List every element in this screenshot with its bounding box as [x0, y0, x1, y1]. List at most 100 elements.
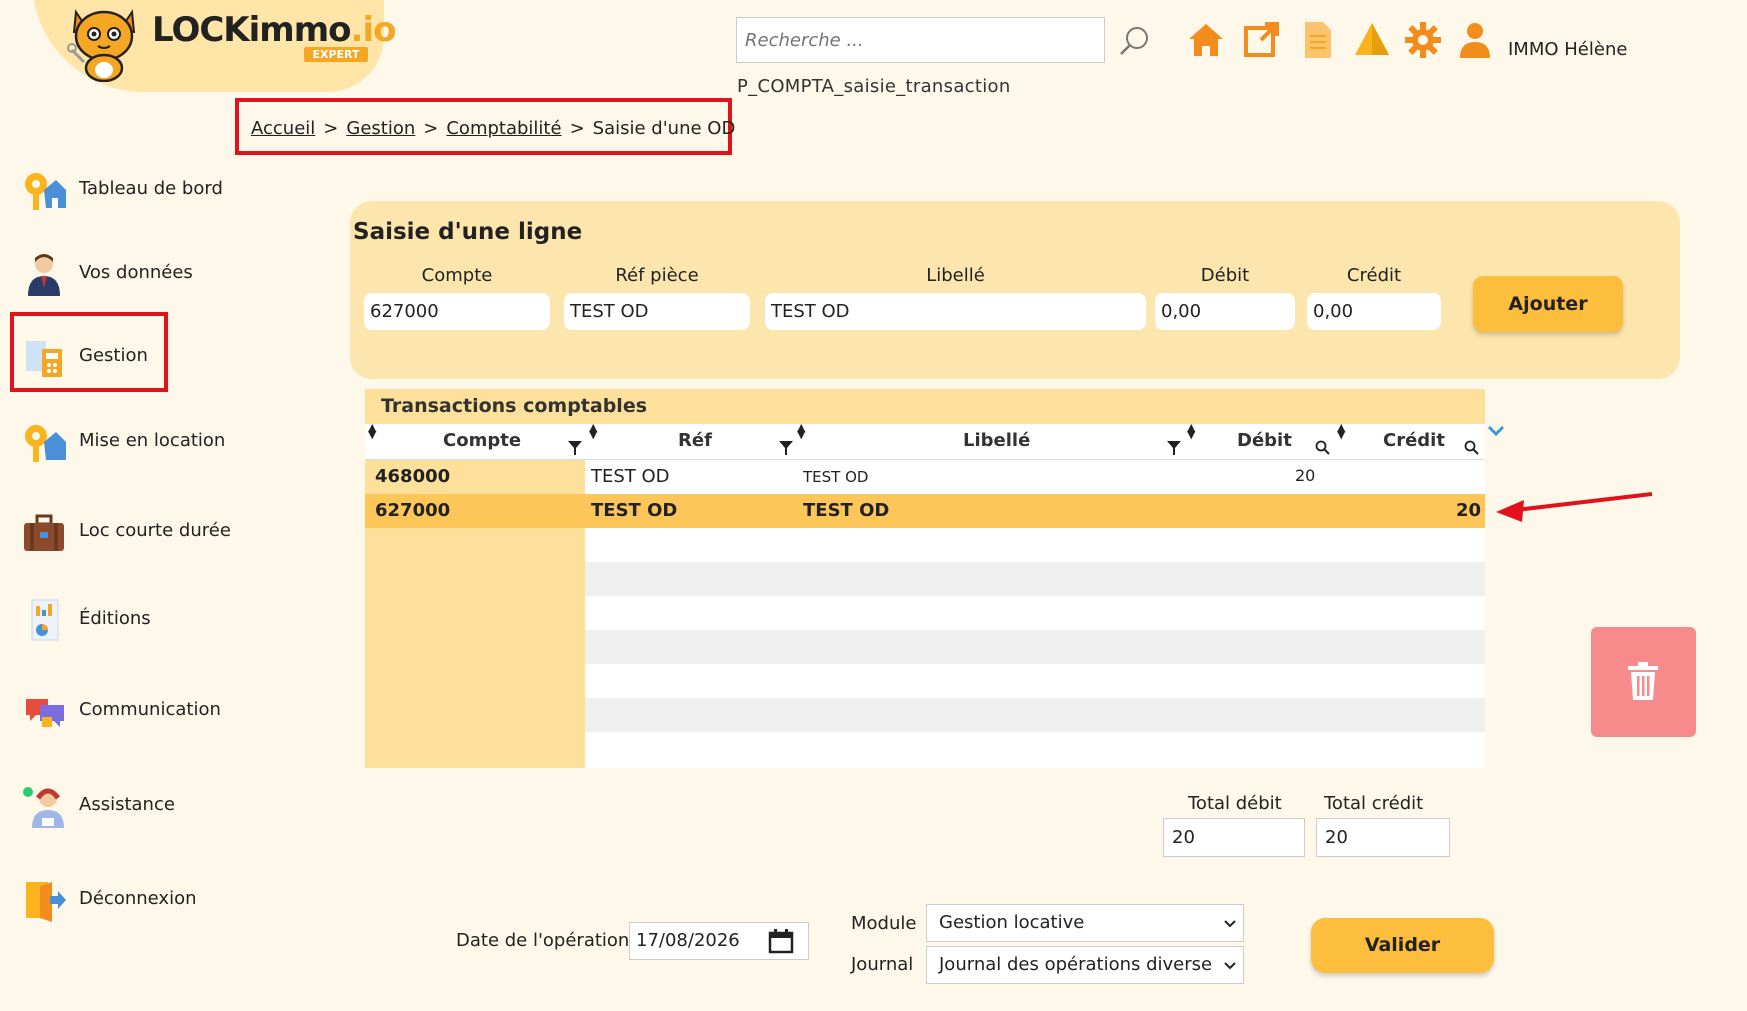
- row-ref: TEST OD: [591, 466, 670, 487]
- row-compte-cell: 627000: [365, 494, 585, 528]
- support-icon: [23, 787, 64, 828]
- total-credit-field: 20: [1316, 818, 1450, 857]
- calendar-icon[interactable]: [768, 928, 794, 954]
- cat-mascot-logo: [67, 9, 136, 82]
- management-icon: [26, 341, 62, 377]
- sidebar-label: Communication: [79, 699, 221, 720]
- saisie-title: Saisie d'une ligne: [353, 219, 583, 245]
- column-libelle[interactable]: Libellé: [963, 430, 1030, 451]
- table-row[interactable]: 468000 TEST OD TEST OD 20: [365, 460, 1485, 494]
- annotation-arrow-icon: [1496, 492, 1653, 522]
- filter-icon[interactable]: [568, 441, 582, 455]
- breadcrumb-separator: >: [323, 118, 339, 139]
- row-libelle: TEST OD: [803, 468, 869, 486]
- column-debit[interactable]: Débit: [1237, 430, 1292, 451]
- libelle-input[interactable]: TEST OD: [765, 293, 1146, 330]
- column-ref[interactable]: Réf: [678, 430, 712, 451]
- page-code: P_COMPTA_saisie_transaction: [737, 76, 1011, 97]
- settings-icon[interactable]: [1403, 20, 1443, 60]
- row-credit: 20: [1455, 500, 1481, 521]
- alert-icon[interactable]: [1352, 20, 1392, 60]
- breadcrumb-accueil[interactable]: Accueil: [251, 118, 315, 139]
- compte-input[interactable]: 627000: [364, 293, 550, 330]
- sidebar-item-editions[interactable]: Éditions: [22, 598, 262, 658]
- sort-icon[interactable]: ▲ ▼: [1187, 422, 1195, 440]
- table-row-selected[interactable]: 627000 TEST OD TEST OD 20: [365, 494, 1485, 528]
- user-icon[interactable]: [1455, 20, 1495, 60]
- table-row-empty: [365, 732, 1485, 768]
- column-credit[interactable]: Crédit: [1383, 430, 1445, 451]
- sort-icon[interactable]: ▲ ▼: [797, 422, 805, 440]
- module-value: Gestion locative: [939, 912, 1085, 933]
- table-row-empty: [365, 562, 1485, 596]
- sidebar-item-mise-en-location[interactable]: Mise en location: [22, 420, 262, 480]
- logo-badge: EXPERT: [304, 47, 368, 62]
- ref-piece-input[interactable]: TEST OD: [564, 293, 750, 330]
- logo-suffix: .io: [350, 10, 397, 50]
- breadcrumb-comptabilite[interactable]: Comptabilité: [446, 118, 561, 139]
- column-search-icon[interactable]: [1315, 440, 1330, 455]
- add-button[interactable]: Ajouter: [1473, 276, 1623, 332]
- module-label: Module: [851, 913, 917, 934]
- document-icon[interactable]: [1297, 20, 1337, 60]
- row-libelle: TEST OD: [803, 500, 890, 521]
- home-icon[interactable]: [1186, 20, 1226, 60]
- total-credit-label: Total crédit: [1324, 793, 1424, 814]
- compte-label: Compte: [421, 265, 493, 286]
- chevron-down-icon[interactable]: [1487, 424, 1505, 438]
- journal-value: Journal des opérations diverse: [939, 954, 1213, 975]
- external-link-icon[interactable]: [1241, 20, 1281, 60]
- filter-icon[interactable]: [1167, 441, 1181, 455]
- total-debit-field: 20: [1163, 818, 1305, 857]
- row-ref: TEST OD: [591, 500, 678, 521]
- sidebar-item-tableau-de-bord[interactable]: Tableau de bord: [22, 168, 262, 228]
- suitcase-icon: [24, 514, 64, 551]
- sidebar-label: Mise en location: [79, 430, 226, 451]
- sort-icon[interactable]: ▲ ▼: [368, 422, 376, 440]
- column-compte[interactable]: Compte: [443, 430, 521, 451]
- search-input[interactable]: [736, 17, 1105, 63]
- journal-select[interactable]: Journal des opérations diverse: [926, 946, 1244, 984]
- row-debit: 20: [1295, 466, 1316, 485]
- sidebar-item-communication[interactable]: Communication: [22, 689, 262, 749]
- sidebar-item-assistance[interactable]: Assistance: [22, 784, 262, 844]
- sort-icon[interactable]: ▲ ▼: [589, 422, 597, 440]
- search-icon[interactable]: [1118, 24, 1152, 58]
- logout-icon: [26, 882, 66, 922]
- row-body: TEST OD TEST OD 20: [585, 494, 1485, 528]
- chevron-down-icon: [1224, 962, 1236, 970]
- sidebar-item-vos-donnees[interactable]: Vos données: [22, 252, 262, 312]
- debit-label: Débit: [1200, 265, 1250, 286]
- chevron-down-icon: [1224, 920, 1236, 928]
- trash-icon: [1628, 662, 1658, 700]
- libelle-label: Libellé: [926, 265, 985, 286]
- sidebar-label: Éditions: [79, 608, 151, 629]
- sidebar-item-deconnexion[interactable]: Déconnexion: [22, 878, 262, 938]
- person-icon: [28, 254, 60, 296]
- report-icon: [31, 599, 59, 641]
- breadcrumb-gestion[interactable]: Gestion: [346, 118, 415, 139]
- debit-input[interactable]: 0,00: [1155, 293, 1295, 330]
- breadcrumb-separator: >: [569, 118, 585, 139]
- date-label: Date de l'opération: [456, 930, 630, 951]
- sidebar-item-gestion[interactable]: Gestion: [22, 335, 262, 395]
- keys-icon: [25, 425, 66, 462]
- sidebar-label: Assistance: [79, 794, 175, 815]
- credit-input[interactable]: 0,00: [1307, 293, 1441, 330]
- sidebar-label: Vos données: [79, 262, 193, 283]
- credit-label: Crédit: [1346, 265, 1402, 286]
- sidebar-label: Déconnexion: [79, 888, 197, 909]
- table-row-empty: [365, 630, 1485, 664]
- table-header: ▲ ▼ Compte ▲ ▼ Réf ▲ ▼ Libellé ▲ ▼ Débit ▲ ▼ …: [365, 422, 1485, 460]
- row-compte-cell: 468000: [365, 460, 585, 494]
- sidebar-item-loc-courte-duree[interactable]: Loc courte durée: [22, 510, 262, 570]
- logo-text: LOCKimmo.io: [152, 10, 397, 50]
- ref-piece-label: Réf pièce: [615, 265, 699, 286]
- filter-icon[interactable]: [779, 441, 793, 455]
- delete-button[interactable]: [1591, 627, 1696, 737]
- user-name[interactable]: IMMO Hélène: [1508, 39, 1627, 60]
- column-search-icon[interactable]: [1464, 440, 1479, 455]
- submit-button[interactable]: Valider: [1311, 918, 1494, 973]
- module-select[interactable]: Gestion locative: [926, 904, 1244, 942]
- sort-icon[interactable]: ▲ ▼: [1337, 422, 1345, 440]
